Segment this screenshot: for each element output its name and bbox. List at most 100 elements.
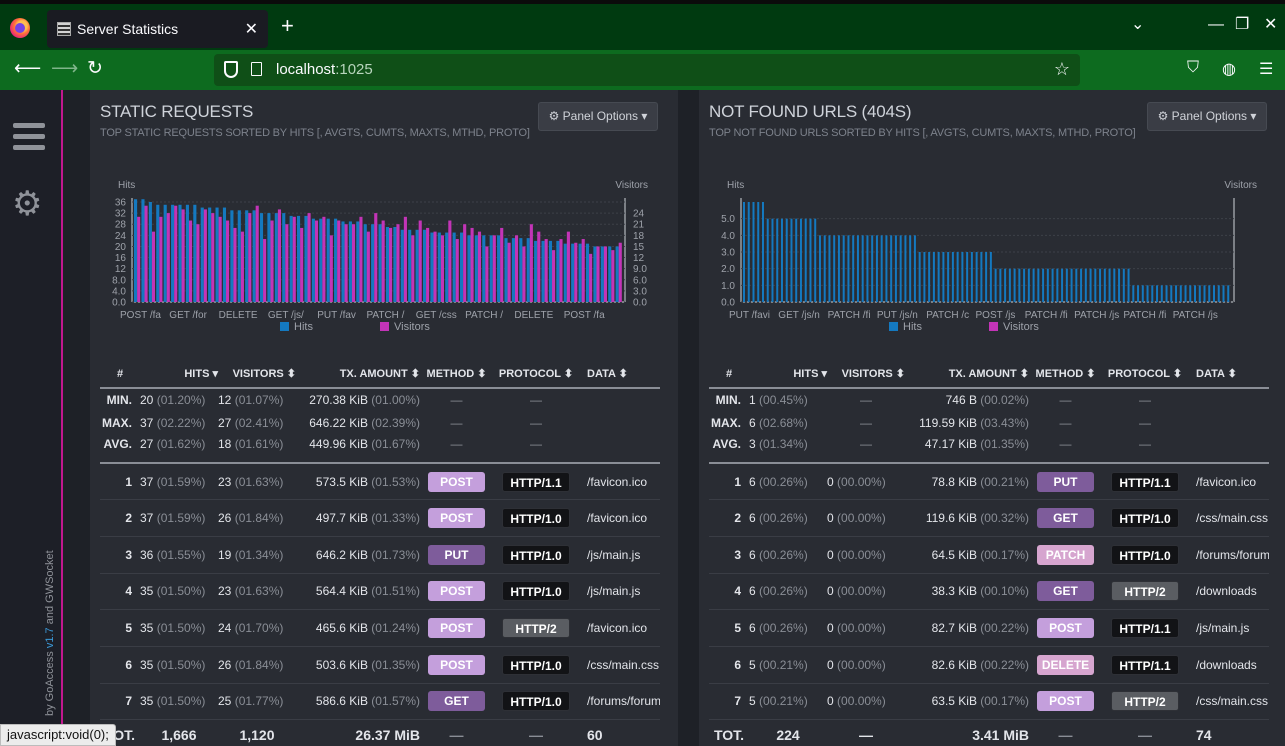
x-tick-label: POST /js	[976, 310, 1016, 321]
column-header[interactable]: VISITORS ⬍	[827, 360, 905, 389]
hits-bar	[1089, 268, 1092, 302]
table-row[interactable]: 5 35 (01.50%) 24 (01.70%) 465.6 KiB (01.24%…	[100, 609, 660, 647]
table-row[interactable]: 4 35 (01.50%) 23 (01.63%) 564.4 KiB (01.51%…	[100, 573, 660, 611]
method-badge: PATCH	[1037, 544, 1094, 565]
hits-percent: (00.26%)	[755, 511, 808, 526]
visitors-bar	[529, 224, 533, 302]
app-menu-icon[interactable]: ☰	[1259, 59, 1273, 79]
visitors-percent: (01.07%)	[231, 393, 284, 407]
hits-value: 1	[749, 393, 756, 407]
tab-favicon-icon	[57, 22, 71, 36]
table-row[interactable]: 65 (00.21%) 0 (00.00%) 82.6 KiB (00.22%) DE…	[709, 646, 1269, 684]
back-arrow-icon[interactable]: ⟵	[14, 58, 41, 80]
column-header[interactable]: HITS ▾	[749, 360, 827, 389]
hits-bar	[1203, 285, 1206, 302]
row-tx: 497.7 KiB (01.33%)	[296, 499, 420, 537]
table-row[interactable]: 3 36 (01.55%) 19 (01.34%) 646.2 KiB (01.73%…	[100, 536, 660, 574]
credit-version[interactable]: v1.7	[44, 627, 56, 648]
column-header[interactable]: TX. AMOUNT ⬍	[296, 360, 420, 389]
table-row[interactable]: 2 37 (01.59%) 26 (01.84%) 497.7 KiB (01.33%…	[100, 499, 660, 537]
column-header[interactable]: TX. AMOUNT ⬍	[905, 360, 1029, 389]
y-tick-label-left: 16	[115, 253, 127, 264]
hits-bar	[1118, 268, 1121, 302]
not-found-urls-table: # HITS ▾ VISITORS ⬍ TX. AMOUNT ⬍ METHOD ⬍ PRO…	[709, 360, 1269, 746]
column-header[interactable]: HITS ▾	[140, 360, 218, 389]
hits-bar	[1113, 268, 1116, 302]
hits-bar	[947, 252, 950, 302]
tx-percent: (00.17%)	[976, 547, 1029, 562]
aggregate-label-text: MAX.	[711, 415, 741, 430]
table-row[interactable]: 1 37 (01.59%) 23 (01.63%) 573.5 KiB (01.53%…	[100, 463, 660, 501]
column-header[interactable]: #	[709, 360, 749, 389]
x-tick-label: PUT /fav	[317, 310, 356, 321]
panel-options-button[interactable]: ⚙ Panel Options ▾	[1147, 102, 1267, 131]
row-index: 7	[709, 683, 749, 721]
column-header[interactable]: PROTOCOL ⬍	[493, 360, 579, 389]
firefox-logo-icon[interactable]	[10, 18, 30, 38]
table-row[interactable]: 7 35 (01.50%) 25 (01.77%) 586.6 KiB (01.57%…	[100, 683, 660, 721]
aggregate-row: MAX. 37 (02.22%) 27 (02.41%) 646.22 KiB (02…	[100, 411, 660, 434]
forward-arrow-icon[interactable]: ⟶	[51, 58, 78, 80]
reload-icon[interactable]: ↻	[87, 58, 103, 80]
gear-icon[interactable]: ⚙	[12, 187, 42, 221]
hamburger-menu-icon[interactable]	[13, 123, 45, 151]
table-row[interactable]: 75 (00.21%) 0 (00.00%) 63.5 KiB (00.17%) PO…	[709, 683, 1269, 721]
visitors-value: 0	[827, 694, 834, 709]
table-row[interactable]: 26 (00.26%) 0 (00.00%) 119.6 KiB (00.32%) G…	[709, 499, 1269, 537]
row-index-text: 3	[734, 547, 741, 562]
table-row[interactable]: 36 (00.26%) 0 (00.00%) 64.5 KiB (00.17%) PA…	[709, 536, 1269, 574]
pocket-icon[interactable]: ⛉	[1187, 59, 1199, 77]
row-index: 3	[709, 536, 749, 574]
minimize-icon[interactable]: —	[1208, 17, 1224, 33]
dash-text: —	[1139, 415, 1151, 430]
table-row[interactable]: 46 (00.26%) 0 (00.00%) 38.3 KiB (00.10%) GE…	[709, 573, 1269, 611]
column-header[interactable]: #	[100, 360, 140, 389]
column-header[interactable]: DATA ⬍	[579, 360, 660, 389]
page-info-icon[interactable]	[251, 62, 262, 76]
tracking-protection-shield-icon[interactable]	[224, 61, 238, 78]
hits-bar	[526, 238, 530, 302]
tx-percent: (00.17%)	[976, 694, 1029, 709]
data-path: /css/main.css	[1196, 511, 1269, 526]
column-header[interactable]: VISITORS ⬍	[218, 360, 296, 389]
column-header[interactable]: DATA ⬍	[1188, 360, 1269, 389]
hits-bar	[156, 204, 160, 302]
column-header[interactable]: METHOD ⬍	[1029, 360, 1102, 389]
hits-bar	[452, 232, 456, 302]
row-data: /favicon.ico	[579, 499, 660, 537]
total-visitors: —	[827, 720, 905, 746]
hits-bar	[1160, 285, 1163, 302]
hits-bar	[1075, 268, 1078, 302]
list-all-tabs-icon[interactable]: ⌄	[1131, 17, 1144, 33]
hits-bar	[230, 210, 234, 302]
table-row[interactable]: 16 (00.26%) 0 (00.00%) 78.8 KiB (00.21%) PU…	[709, 463, 1269, 501]
table-row[interactable]: 56 (00.26%) 0 (00.00%) 82.7 KiB (00.22%) PO…	[709, 609, 1269, 647]
new-tab-button[interactable]: +	[281, 15, 294, 37]
hits-value: 37	[140, 474, 154, 489]
hits-bar	[842, 235, 845, 302]
row-method: PATCH	[1029, 536, 1102, 574]
table-row[interactable]: 6 35 (01.50%) 26 (01.84%) 503.6 KiB (01.35%…	[100, 646, 660, 684]
maximize-icon[interactable]: ❐	[1235, 17, 1249, 33]
globe-icon[interactable]: ◍	[1222, 59, 1236, 79]
address-bar[interactable]: localhost:1025 ☆	[214, 54, 1080, 86]
y-tick-label-left: 5.0	[721, 214, 735, 225]
bookmark-star-icon[interactable]: ☆	[1054, 59, 1070, 80]
hits-bar	[282, 213, 286, 302]
method-badge: POST	[428, 471, 485, 492]
hits-bar	[274, 213, 278, 302]
close-window-icon[interactable]: ✕	[1264, 17, 1277, 33]
visitors-bar	[344, 224, 348, 302]
column-header[interactable]: METHOD ⬍	[420, 360, 493, 389]
visitors-value: 23	[218, 474, 232, 489]
visitors-bar	[618, 242, 622, 302]
total-label-text: TOT.	[713, 727, 745, 744]
column-header[interactable]: PROTOCOL ⬍	[1102, 360, 1188, 389]
tab-server-statistics[interactable]: Server Statistics ✕	[47, 10, 268, 48]
tab-close-icon[interactable]: ✕	[245, 19, 258, 39]
url-text[interactable]: localhost:1025	[276, 61, 373, 78]
method-badge: POST	[428, 618, 485, 639]
hits-bar	[1061, 268, 1064, 302]
x-tick-label: PATCH /fi	[828, 310, 871, 321]
panel-options-button[interactable]: ⚙ Panel Options ▾	[538, 102, 658, 131]
